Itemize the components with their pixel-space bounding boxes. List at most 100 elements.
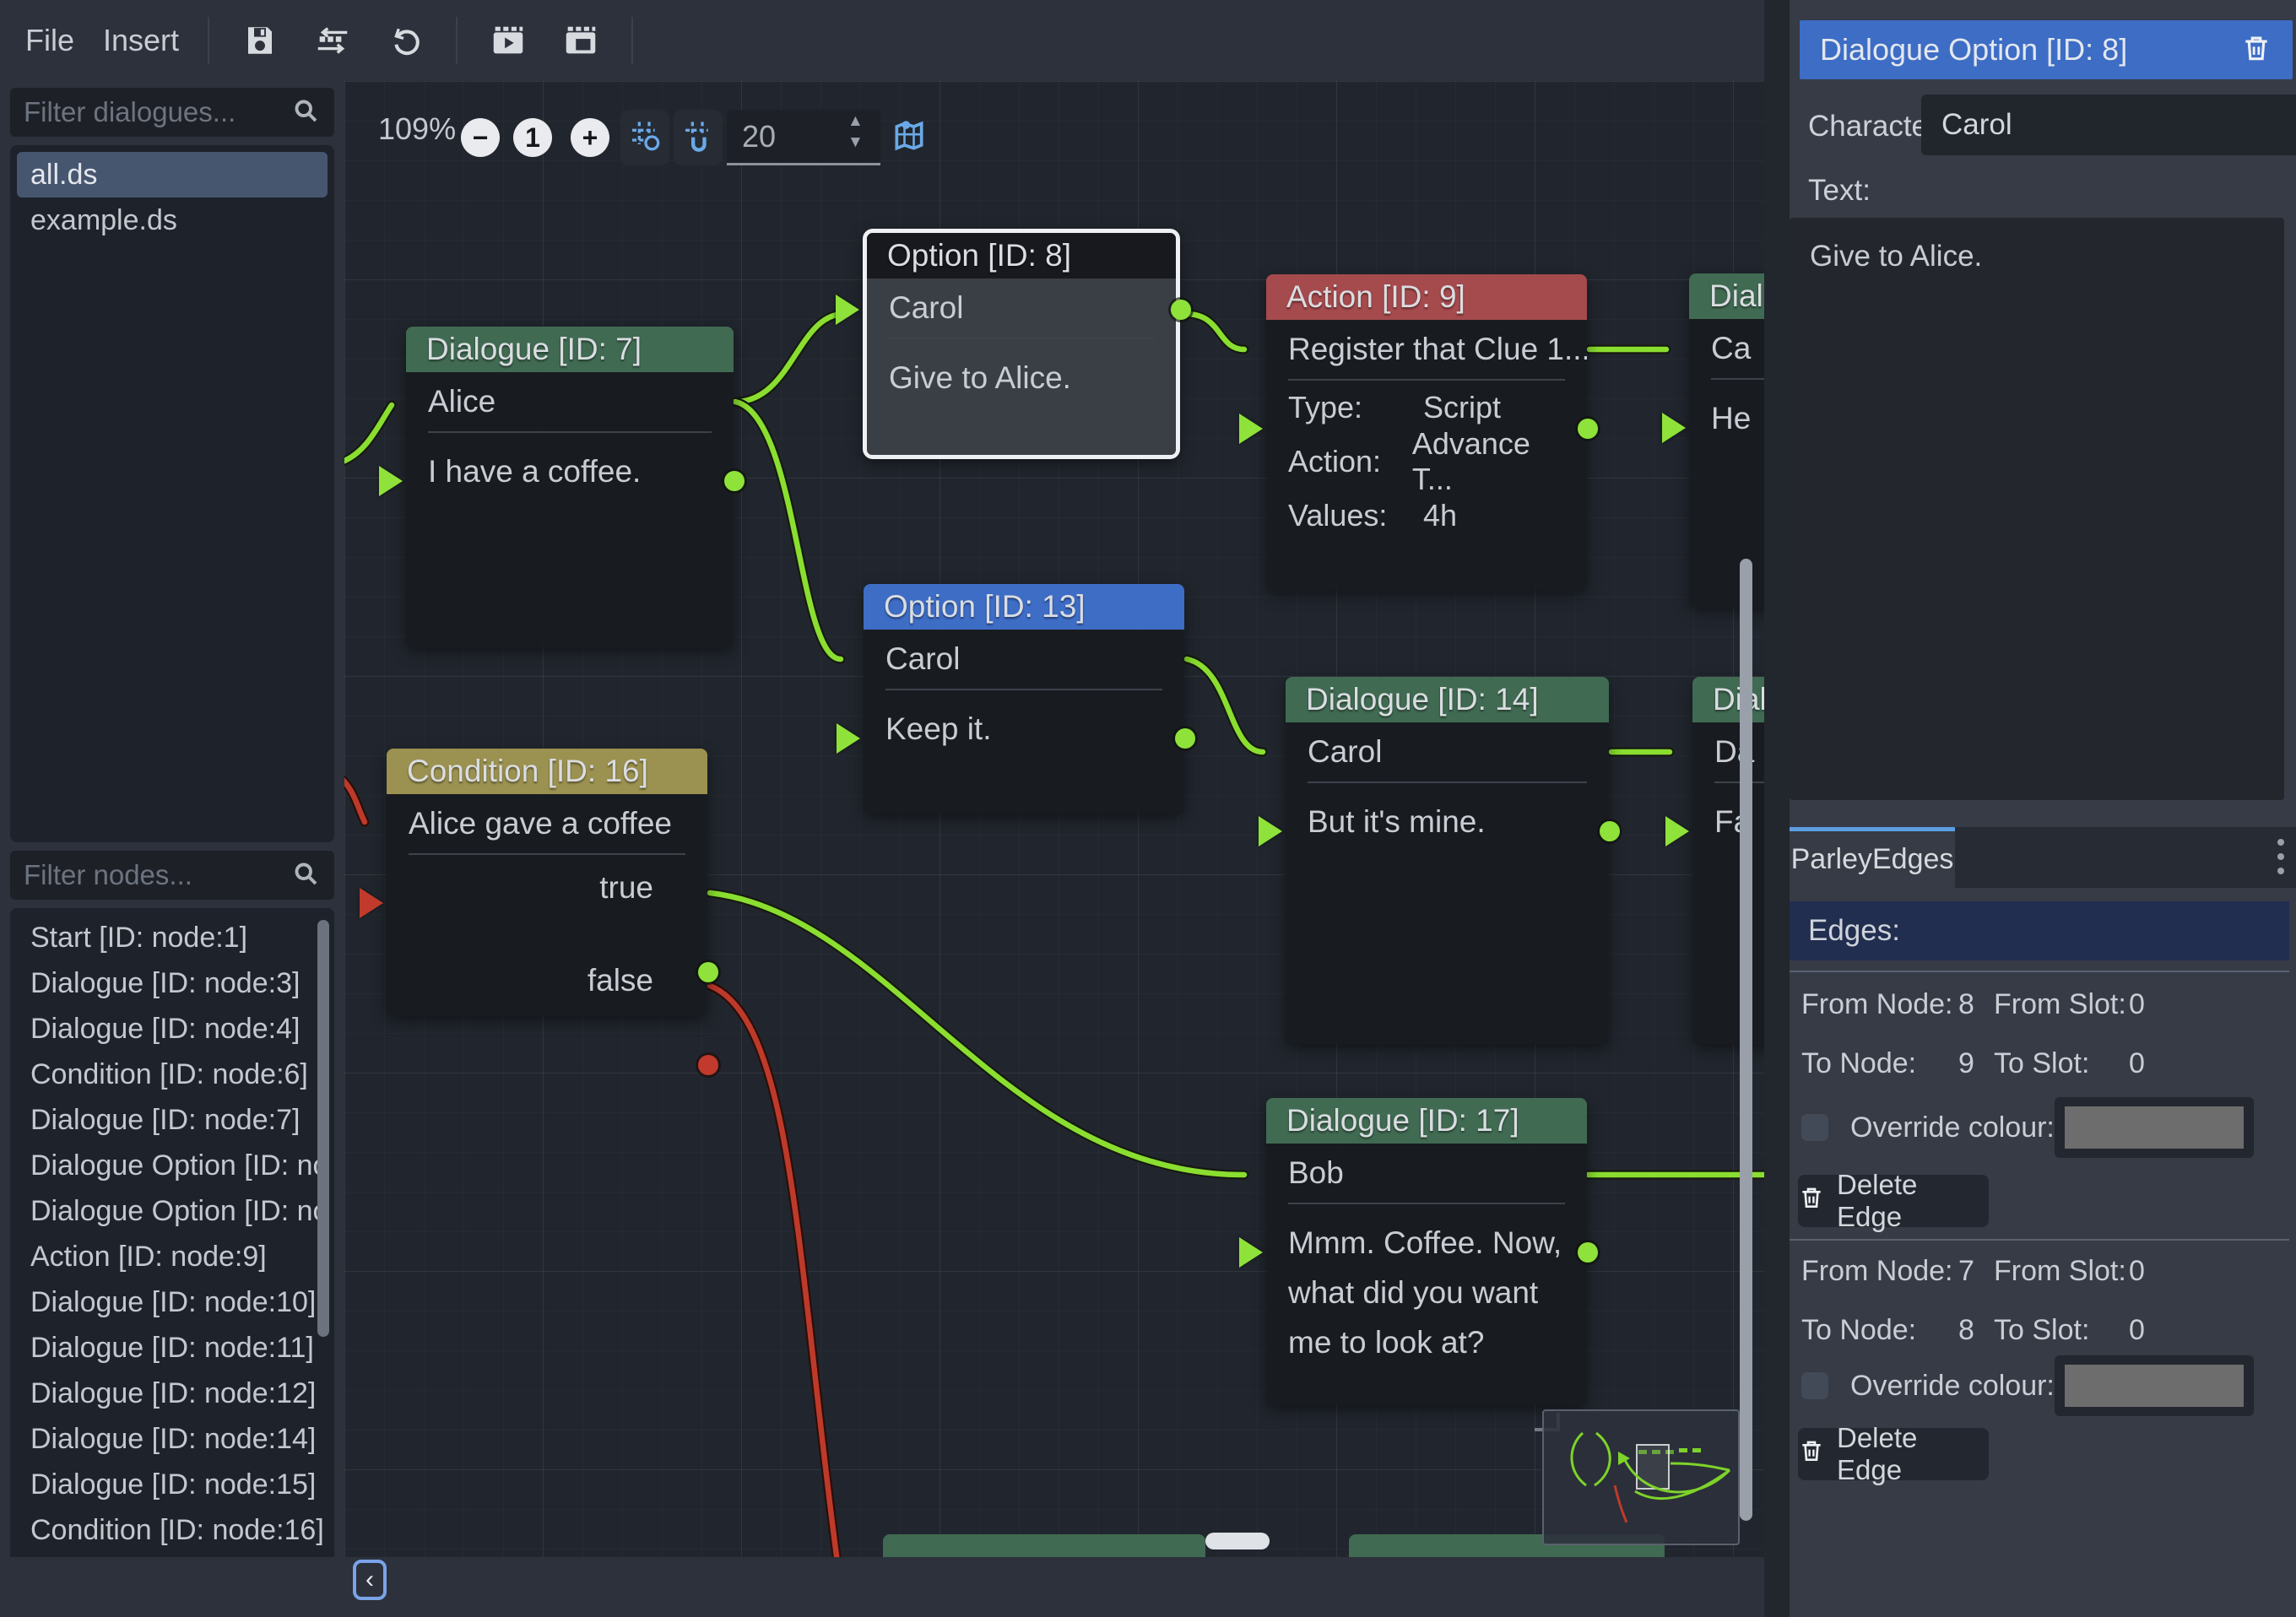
- graph-node-partial-dialogue[interactable]: Dial Ca He: [1689, 273, 1764, 607]
- panel-divider[interactable]: [1764, 0, 1790, 1617]
- trash-icon[interactable]: [2240, 32, 2272, 68]
- menu-insert[interactable]: Insert: [103, 23, 179, 58]
- node-title: Condition [ID: 16]: [387, 749, 707, 794]
- input-port-icon[interactable]: [1239, 414, 1263, 444]
- edge-row: To Node: 9 To Slot: 0: [1801, 1040, 2274, 1087]
- input-port-icon[interactable]: [836, 295, 859, 325]
- graph-node-option-8[interactable]: Option [ID: 8] Carol Give to Alice.: [863, 229, 1180, 459]
- edge-7-13[interactable]: [735, 402, 841, 659]
- node-body: Alice I have a coffee.: [406, 372, 734, 647]
- tab-parley-edges[interactable]: ParleyEdges: [1790, 827, 1955, 888]
- true-output-port-icon[interactable]: [698, 962, 718, 982]
- edge-16-false[interactable]: [710, 986, 837, 1557]
- edge-13-14[interactable]: [1187, 659, 1263, 752]
- graph-canvas[interactable]: Dialogue [ID: 7] Alice I have a coffee. …: [344, 81, 1764, 1557]
- output-port-icon[interactable]: [1578, 1242, 1598, 1263]
- input-port-icon[interactable]: [360, 888, 383, 918]
- graph-node-partial-dialogue[interactable]: Dial Da Fa: [1692, 677, 1764, 1044]
- dialogue-file-item-selected[interactable]: all.ds: [17, 152, 328, 197]
- edge-into-16[interactable]: [344, 780, 365, 822]
- output-port-icon[interactable]: [1171, 300, 1191, 320]
- node-list-item[interactable]: Dialogue [ID: node:10]: [17, 1279, 328, 1325]
- node-list-item[interactable]: Dialogue [ID: node:15]: [17, 1462, 328, 1507]
- input-port-icon[interactable]: [1665, 816, 1689, 846]
- from-node-label: From Node:: [1801, 1255, 1958, 1288]
- edges-section-header: Edges:: [1790, 901, 2289, 960]
- override-colour-row: Override colour:: [1801, 1355, 2274, 1416]
- node-list-item[interactable]: Dialogue [ID: node:11]: [17, 1325, 328, 1371]
- override-colour-checkbox[interactable]: [1801, 1372, 1828, 1399]
- test-dialogue-button[interactable]: [486, 19, 530, 62]
- dialogue-file-item[interactable]: example.ds: [17, 197, 328, 243]
- edge-16-true-17[interactable]: [710, 893, 1244, 1175]
- node-title: Dialogue [ID: 14]: [1286, 677, 1609, 722]
- node-list-item[interactable]: Action [ID: node:9]: [17, 1234, 328, 1279]
- output-port-icon[interactable]: [724, 471, 745, 491]
- node-list-item[interactable]: Dialogue [ID: node:4]: [17, 1006, 328, 1052]
- node-character: Carol: [1286, 722, 1609, 781]
- graph-node-action-9[interactable]: Action [ID: 9] Register that Clue 1... T…: [1266, 274, 1587, 591]
- false-output-port-icon[interactable]: [698, 1055, 718, 1075]
- character-dropdown[interactable]: Carol ▾: [1921, 95, 2296, 155]
- dialogues-filter-input[interactable]: Filter dialogues...: [10, 88, 334, 137]
- horizontal-scrollbar-thumb[interactable]: [1205, 1533, 1270, 1549]
- zoom-reset-button[interactable]: 1: [513, 118, 552, 157]
- colour-swatch-value: [2065, 1365, 2244, 1407]
- zoom-in-button[interactable]: +: [571, 118, 609, 157]
- left-sidebar: Filter dialogues... all.ds example.ds Fi…: [0, 81, 344, 1617]
- node-list-item[interactable]: Condition [ID: node:16]: [17, 1507, 328, 1553]
- node-list-item[interactable]: Dialogue [ID: node:14]: [17, 1416, 328, 1462]
- edge-into-7[interactable]: [344, 405, 392, 462]
- node-list-item[interactable]: Dialogue [ID: node:12]: [17, 1371, 328, 1416]
- node-list-scrollbar[interactable]: [317, 920, 329, 1337]
- node-list-item[interactable]: Dialogue [ID: node:7]: [17, 1097, 328, 1143]
- colour-swatch[interactable]: [2055, 1097, 2254, 1158]
- node-body: Da Fa: [1692, 722, 1764, 1044]
- zoom-out-button[interactable]: −: [461, 118, 500, 157]
- menu-file[interactable]: File: [25, 23, 74, 58]
- graph-node-dialogue-7[interactable]: Dialogue [ID: 7] Alice I have a coffee.: [406, 327, 734, 647]
- node-list-item[interactable]: Start [ID: node:1]: [17, 915, 328, 960]
- toggle-grid-button[interactable]: [620, 110, 669, 165]
- refresh-button[interactable]: [383, 19, 427, 62]
- input-port-icon[interactable]: [1239, 1237, 1263, 1268]
- input-port-icon[interactable]: [1662, 413, 1686, 443]
- delete-edge-label: Delete Edge: [1837, 1169, 1989, 1233]
- input-port-icon[interactable]: [837, 723, 860, 754]
- toggle-minimap-button[interactable]: [885, 110, 934, 165]
- output-port-icon[interactable]: [1600, 821, 1620, 841]
- node-list-item[interactable]: Dialogue [ID: node:3]: [17, 960, 328, 1006]
- output-port-icon[interactable]: [1578, 419, 1598, 439]
- minimap[interactable]: [1542, 1409, 1740, 1545]
- nodes-filter-input[interactable]: Filter nodes...: [10, 851, 334, 900]
- parley-dialogue-editor: File Insert: [0, 0, 2296, 1617]
- input-port-icon[interactable]: [1259, 816, 1282, 846]
- canvas-vertical-scrollbar[interactable]: [1740, 559, 1752, 1521]
- collapse-sidebar-button[interactable]: ‹: [353, 1560, 387, 1600]
- to-node-label: To Node:: [1801, 1047, 1958, 1080]
- output-port-icon[interactable]: [1175, 728, 1195, 749]
- snap-distance-spinner[interactable]: ▲ ▼: [847, 113, 864, 150]
- node-list-item[interactable]: Condition [ID: node:6]: [17, 1052, 328, 1097]
- delete-edge-button[interactable]: Delete Edge: [1798, 1175, 1989, 1227]
- graph-node-dialogue-17[interactable]: Dialogue [ID: 17] Bob Mmm. Coffee. Now, …: [1266, 1098, 1587, 1405]
- edge-7-8[interactable]: [735, 314, 844, 402]
- override-colour-checkbox[interactable]: [1801, 1114, 1828, 1141]
- node-list-item[interactable]: Dialogue Option [ID: no...: [17, 1188, 328, 1234]
- test-scene-button[interactable]: [559, 19, 603, 62]
- delete-edge-button[interactable]: Delete Edge: [1798, 1428, 1989, 1480]
- graph-node-dialogue-14[interactable]: Dialogue [ID: 14] Carol But it's mine.: [1286, 677, 1609, 1044]
- graph-node-option-13[interactable]: Option [ID: 13] Carol Keep it.: [864, 584, 1184, 814]
- section-divider: [1790, 971, 2289, 972]
- save-button[interactable]: [238, 19, 282, 62]
- graph-node-condition-16[interactable]: Condition [ID: 16] Alice gave a coffee t…: [387, 749, 707, 1016]
- kebab-menu-icon[interactable]: [2277, 839, 2284, 874]
- trash-icon: [1798, 1437, 1825, 1471]
- text-textarea[interactable]: Give to Alice.: [1790, 218, 2284, 800]
- input-port-icon[interactable]: [379, 466, 403, 496]
- node-list-item[interactable]: Dialogue Option [ID: no...: [17, 1143, 328, 1188]
- arrange-nodes-button[interactable]: [311, 19, 355, 62]
- snap-to-grid-button[interactable]: [674, 110, 723, 165]
- edge-8-9[interactable]: [1186, 314, 1244, 349]
- colour-swatch[interactable]: [2055, 1355, 2254, 1416]
